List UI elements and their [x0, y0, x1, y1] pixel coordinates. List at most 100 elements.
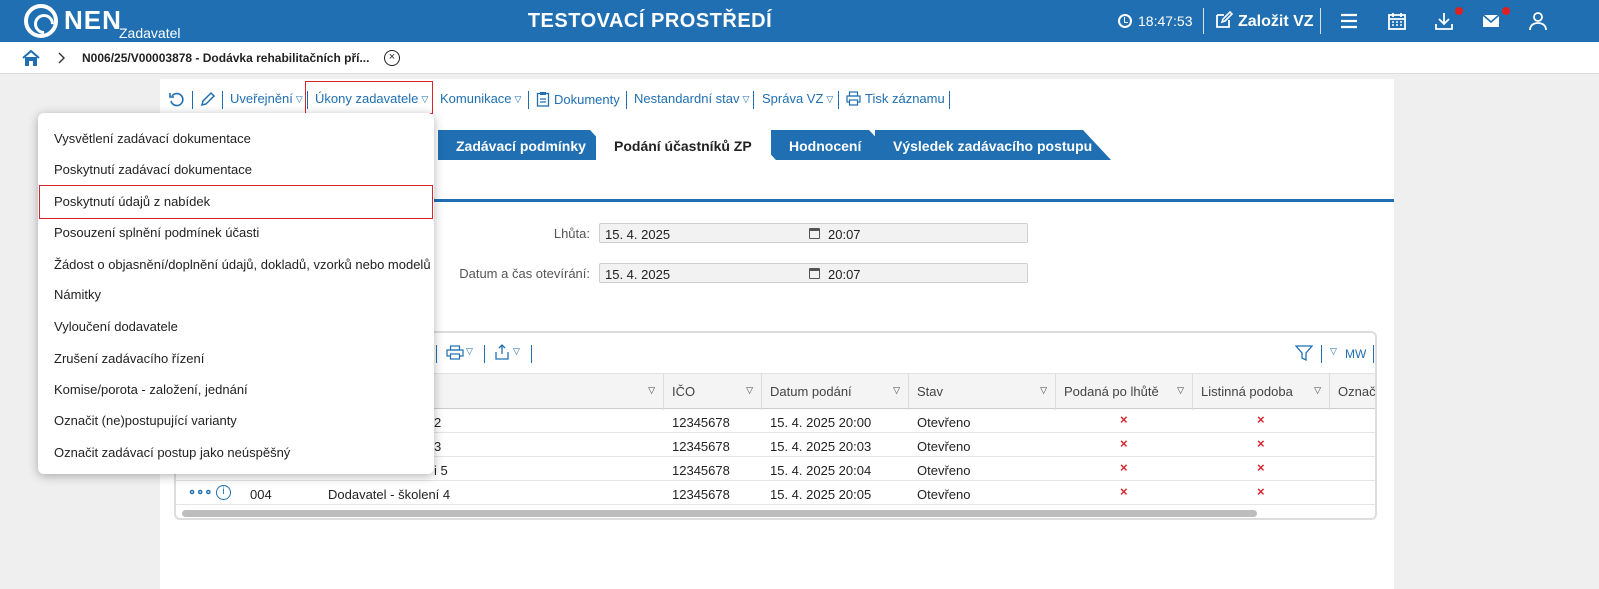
session-clock: 18:47:53	[1118, 13, 1193, 29]
top-header: NEN Zadavatel TESTOVACÍ PROSTŘEDÍ 18:47:…	[0, 0, 1599, 42]
mail-notification-dot	[1502, 7, 1510, 15]
column-title: IČO	[672, 384, 696, 399]
triangle-down-icon[interactable]: ▽	[1330, 346, 1337, 357]
toolbar-divider	[192, 91, 193, 109]
documents-button[interactable]: Dokumenty	[536, 91, 620, 107]
clipboard-icon	[536, 92, 550, 107]
print-record-button[interactable]: Tisk záznamu	[846, 91, 945, 106]
export-icon[interactable]	[494, 344, 510, 360]
edit-icon	[1216, 10, 1234, 28]
download-icon[interactable]	[1433, 10, 1455, 32]
filter-triangle-icon[interactable]: ▽	[1177, 385, 1184, 396]
opening-field[interactable]: 15. 4. 2025 20:07	[599, 263, 1028, 283]
ico-value: 12345678	[672, 487, 730, 502]
close-icon[interactable]: ×	[384, 50, 400, 66]
toolbar-divider	[626, 91, 627, 109]
actions-dropdown-menu: Vysvětlení zadávací dokumentace Poskytnu…	[38, 113, 434, 474]
menu-item[interactable]: Zrušení zadávacího řízení	[54, 351, 204, 366]
deadline-field[interactable]: 15. 4. 2025 20:07	[599, 223, 1028, 243]
column-header-paper[interactable]: Listinná podoba ▽	[1193, 374, 1330, 410]
info-icon[interactable]: i	[216, 485, 231, 500]
column-header-late[interactable]: Podaná po lhůtě ▽	[1056, 374, 1193, 410]
publish-menu[interactable]: Uveřejnění ▽	[230, 91, 303, 106]
clock-icon	[1118, 14, 1132, 28]
column-header-status[interactable]: Stav ▽	[909, 374, 1056, 410]
mail-icon[interactable]	[1480, 10, 1502, 32]
publish-label: Uveřejnění	[230, 91, 293, 106]
user-icon[interactable]	[1527, 10, 1549, 32]
column-title: Označe	[1338, 384, 1376, 399]
triangle-down-icon: ▽	[826, 94, 834, 104]
breadcrumb-current[interactable]: N006/25/V00003878 - Dodávka rehabilitačn…	[82, 51, 369, 65]
menu-item[interactable]: Komise/porota - založení, jednání	[54, 382, 248, 397]
menu-item[interactable]: Označit zadávací postup jako neúspěšný	[54, 445, 290, 460]
toolbar-divider	[1373, 345, 1374, 363]
printer-icon[interactable]	[446, 345, 464, 361]
menu-item[interactable]: Vyloučení dodavatele	[54, 319, 178, 334]
nonstandard-state-menu[interactable]: Nestandardní stav ▽	[634, 91, 749, 106]
status-value: Otevřeno	[917, 487, 971, 502]
create-vz-button[interactable]: Založit VZ	[1215, 10, 1314, 31]
column-header-mark[interactable]: Označe	[1330, 374, 1376, 410]
menu-item[interactable]: Poskytnutí zadávací dokumentace	[54, 162, 252, 177]
chevron-right-icon	[58, 52, 65, 64]
cross-icon: ×	[1120, 412, 1128, 427]
triangle-down-icon[interactable]: ▽	[466, 346, 473, 357]
menu-item-highlight	[39, 185, 433, 219]
tab-conditions[interactable]: Zadávací podmínky	[438, 130, 618, 160]
download-notification-dot	[1455, 7, 1463, 15]
column-header-date[interactable]: Datum podání ▽	[762, 374, 909, 410]
communication-menu[interactable]: Komunikace ▽	[440, 91, 521, 106]
cross-icon: ×	[1257, 460, 1265, 475]
menu-item[interactable]: Označit (ne)postupující varianty	[54, 413, 237, 428]
deadline-date: 15. 4. 2025	[605, 227, 671, 242]
filter-triangle-icon[interactable]: ▽	[893, 385, 900, 396]
filter-triangle-icon[interactable]: ▽	[1314, 385, 1321, 396]
pencil-icon[interactable]	[199, 90, 217, 108]
calendar-icon[interactable]	[1386, 10, 1408, 32]
status-value: Otevřeno	[917, 463, 971, 478]
menu-icon[interactable]	[1338, 10, 1360, 32]
menu-item[interactable]: Žádost o objasnění/doplnění údajů, dokla…	[54, 257, 431, 272]
more-icon[interactable]: ∘∘∘	[188, 484, 212, 500]
toolbar-divider	[436, 345, 437, 363]
triangle-down-icon: ▽	[514, 94, 522, 104]
toolbar-divider	[484, 345, 485, 363]
tab-result[interactable]: Výsledek zadávacího postupu	[875, 130, 1111, 160]
tab-submissions[interactable]: Podání účastníků ZP	[596, 130, 776, 160]
filter-triangle-icon[interactable]: ▽	[746, 385, 753, 396]
calendar-icon	[809, 228, 820, 239]
supplier-name: i 5	[434, 463, 448, 478]
home-icon[interactable]	[22, 49, 40, 67]
ico-value: 12345678	[672, 439, 730, 454]
ico-value: 12345678	[672, 415, 730, 430]
print-label: Tisk záznamu	[865, 91, 945, 106]
actions-menu-highlight	[305, 81, 433, 114]
printer-icon	[846, 91, 861, 106]
menu-item[interactable]: Vysvětlení zadávací dokumentace	[54, 131, 251, 146]
filter-icon[interactable]	[1295, 344, 1313, 362]
menu-item[interactable]: Námitky	[54, 287, 101, 302]
refresh-icon[interactable]	[168, 90, 186, 108]
toolbar-divider	[949, 91, 950, 109]
column-title: Datum podání	[770, 384, 852, 399]
clock-value: 18:47:53	[1138, 13, 1193, 29]
cross-icon: ×	[1120, 484, 1128, 499]
cross-icon: ×	[1120, 436, 1128, 451]
filter-triangle-icon[interactable]: ▽	[648, 385, 655, 396]
tab-label: Výsledek zadávacího postupu	[893, 138, 1093, 154]
cross-icon: ×	[1257, 484, 1265, 499]
submission-date: 15. 4. 2025 20:03	[770, 439, 872, 454]
toolbar-divider	[222, 91, 223, 109]
menu-item[interactable]: Posouzení splnění podmínek účasti	[54, 225, 259, 240]
cross-icon: ×	[1257, 436, 1265, 451]
triangle-down-icon[interactable]: ▽	[513, 346, 520, 357]
column-header-ico[interactable]: IČO ▽	[664, 374, 762, 410]
mw-button[interactable]: MW	[1345, 347, 1366, 361]
tab-label: Hodnocení	[789, 138, 862, 154]
table-row[interactable]: ∘∘∘ i 004 Dodavatel - školení 4 12345678…	[176, 481, 1375, 505]
manage-vz-menu[interactable]: Správa VZ ▽	[762, 91, 833, 106]
horizontal-scrollbar[interactable]	[182, 510, 1257, 517]
submission-date: 15. 4. 2025 20:04	[770, 463, 872, 478]
filter-triangle-icon[interactable]: ▽	[1040, 385, 1047, 396]
